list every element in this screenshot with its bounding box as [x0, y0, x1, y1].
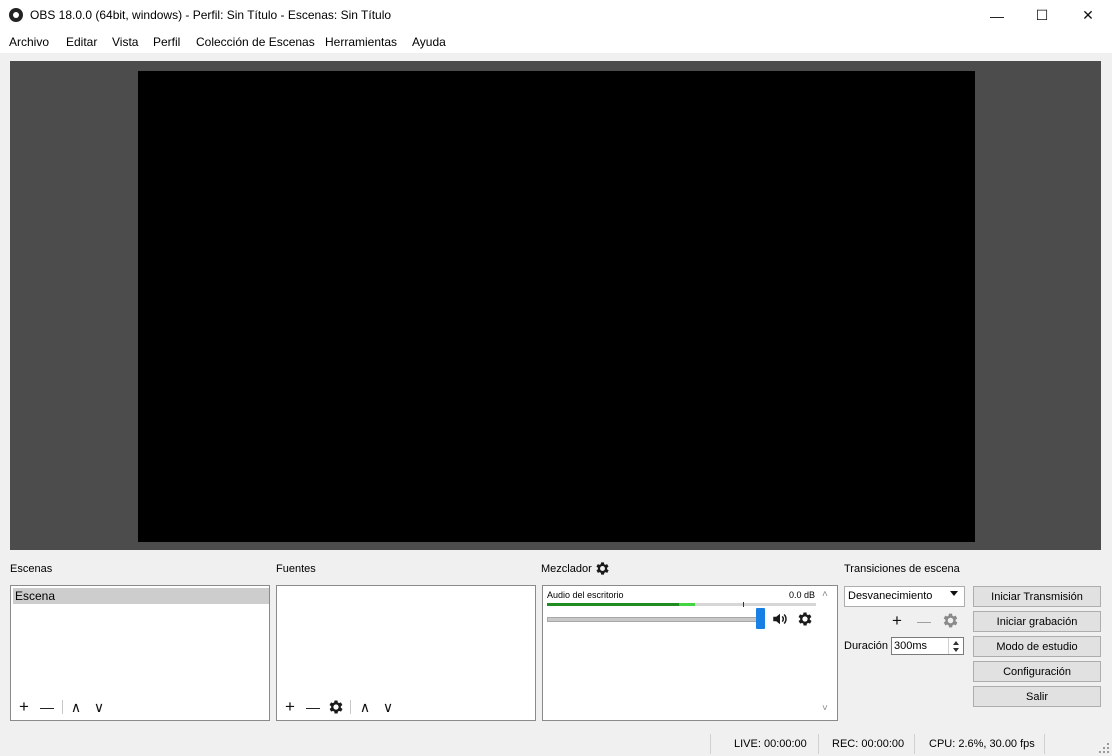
move-scene-down-button[interactable]: ∨ [89, 697, 109, 717]
transitions-title: Transiciones de escena [844, 563, 960, 575]
track-settings-gear-icon[interactable] [796, 610, 814, 628]
start-streaming-button[interactable]: Iniciar Transmisión [973, 586, 1101, 607]
duration-label: Duración [844, 640, 889, 652]
menu-editar[interactable]: Editar [66, 35, 97, 49]
remove-source-button[interactable]: — [303, 697, 323, 717]
move-source-up-button[interactable]: ∧ [355, 697, 375, 717]
mixer-scroll-up-arrow-icon[interactable]: ˄ [822, 589, 828, 600]
transition-select[interactable]: Desvanecimiento [844, 586, 965, 607]
resize-grip-icon[interactable] [1096, 740, 1110, 754]
menu-coleccion-escenas[interactable]: Colección de Escenas [196, 35, 315, 49]
volume-slider-handle[interactable] [756, 608, 765, 629]
remove-transition-button[interactable]: — [914, 611, 934, 631]
preview-canvas[interactable] [138, 71, 975, 542]
scenes-title: Escenas [10, 563, 53, 575]
rec-timer: REC: 00:00:00 [832, 738, 905, 750]
toolbar-separator [350, 700, 351, 714]
close-button[interactable]: ✕ [1065, 0, 1111, 31]
studio-mode-button[interactable]: Modo de estudio [973, 636, 1101, 657]
chevron-down-icon[interactable] [950, 591, 958, 596]
volume-meter-peak-fill [679, 603, 695, 606]
volume-meter-peak-marker [743, 602, 744, 607]
maximize-button[interactable]: ☐ [1019, 0, 1065, 31]
exit-button[interactable]: Salir [973, 686, 1101, 707]
add-source-button[interactable]: + [280, 697, 300, 717]
add-scene-button[interactable]: + [14, 697, 34, 717]
sources-title: Fuentes [276, 563, 316, 575]
toolbar-separator [62, 700, 63, 714]
start-recording-button[interactable]: Iniciar grabación [973, 611, 1101, 632]
live-timer: LIVE: 00:00:00 [734, 738, 807, 750]
window-title: OBS 18.0.0 (64bit, windows) - Perfil: Si… [30, 8, 392, 22]
speaker-icon[interactable] [771, 610, 789, 628]
add-transition-button[interactable]: + [887, 611, 907, 631]
status-separator [914, 734, 915, 754]
obs-logo-icon [9, 8, 23, 22]
mixer-scroll-down-arrow-icon[interactable]: ˅ [822, 703, 828, 714]
menu-archivo[interactable]: Archivo [9, 35, 49, 49]
mixer-title: Mezclador [541, 563, 592, 575]
volume-meter-fill [547, 603, 679, 606]
move-scene-up-button[interactable]: ∧ [66, 697, 86, 717]
transition-properties-gear-icon[interactable] [941, 611, 960, 630]
duration-spinner[interactable] [948, 638, 964, 654]
volume-slider-track[interactable] [547, 617, 763, 622]
settings-button[interactable]: Configuración [973, 661, 1101, 682]
mixer-track-level: 0.0 dB [789, 590, 816, 600]
minimize-button[interactable]: — [974, 0, 1020, 31]
mixer-track-name: Audio del escritorio [547, 590, 624, 600]
mixer-settings-gear-icon[interactable] [594, 560, 611, 577]
menu-bar: Archivo Editar Vista Perfil Colección de… [0, 31, 1112, 53]
source-properties-gear-icon[interactable] [327, 698, 345, 716]
status-separator [710, 734, 711, 754]
menu-vista[interactable]: Vista [112, 35, 138, 49]
remove-scene-button[interactable]: — [37, 697, 57, 717]
menu-herramientas[interactable]: Herramientas [325, 35, 397, 49]
menu-ayuda[interactable]: Ayuda [412, 35, 446, 49]
menu-perfil[interactable]: Perfil [153, 35, 180, 49]
scene-item[interactable]: Escena [13, 588, 269, 604]
cpu-fps-status: CPU: 2.6%, 30.00 fps [929, 738, 1035, 750]
status-separator [818, 734, 819, 754]
move-source-down-button[interactable]: ∨ [378, 697, 398, 717]
status-separator [1044, 734, 1045, 754]
